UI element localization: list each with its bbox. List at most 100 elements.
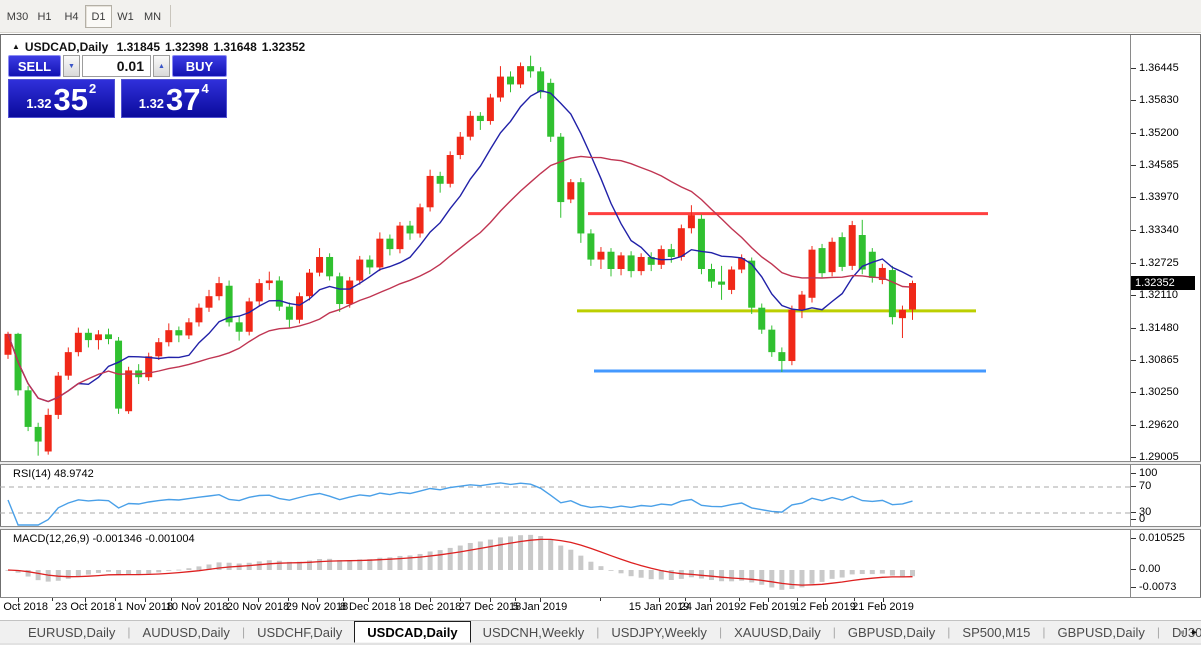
mt4-terminal: M30 H1 H4 D1 W1 MN ▲ USDCAD,Daily 1.31845 1.323… xyxy=(0,0,1201,645)
tab-scroll-controls: ◂ ▸ xyxy=(1179,621,1197,643)
macd-histogram-bar xyxy=(648,570,654,580)
timeframe-button-d1[interactable]: D1 xyxy=(85,5,112,28)
candle-body xyxy=(697,218,705,270)
date-axis-tick xyxy=(317,598,318,602)
macd-histogram-bar xyxy=(508,536,513,570)
candle-body xyxy=(728,269,736,290)
chart-rsi-splitter[interactable] xyxy=(0,461,1201,465)
buy-button[interactable]: BUY xyxy=(172,55,227,77)
timeframe-button-h1[interactable]: H1 xyxy=(31,5,58,28)
macd-histogram-bar xyxy=(337,560,343,570)
macd-histogram-bar xyxy=(477,541,483,570)
candle-body xyxy=(34,426,42,442)
axis-tick xyxy=(1131,295,1136,296)
panel-collapse-icon[interactable]: ▲ xyxy=(12,42,20,51)
macd-histogram-bar xyxy=(176,569,182,571)
axis-tick xyxy=(1131,230,1136,231)
sell-button[interactable]: SELL xyxy=(8,55,61,77)
date-axis-tick xyxy=(258,598,259,602)
price-axis-label: 1.29620 xyxy=(1139,419,1179,431)
price-axis-label: 1.33340 xyxy=(1139,224,1179,236)
buy-price-box[interactable]: 1.32 37 4 xyxy=(120,79,227,118)
macd-histogram-bar xyxy=(156,570,162,573)
date-axis-tick xyxy=(659,598,660,602)
date-axis-label: 12 Feb 2019 xyxy=(794,601,856,613)
timeframe-button-h4[interactable]: H4 xyxy=(58,5,85,28)
chart-tab-usdjpy-weekly[interactable]: USDJPY,Weekly xyxy=(599,621,719,643)
chart-tab-usdcnh-weekly[interactable]: USDCNH,Weekly xyxy=(471,621,597,643)
candle-body xyxy=(768,329,776,353)
macd-histogram-bar xyxy=(588,561,594,570)
sell-price-box[interactable]: 1.32 35 2 xyxy=(8,79,115,118)
rsi-macd-splitter[interactable] xyxy=(0,526,1201,530)
candle-body xyxy=(336,276,344,305)
macd-axis-label: -0.0073 xyxy=(1139,581,1177,593)
chart-tab-gbpusd-daily[interactable]: GBPUSD,Daily xyxy=(1045,621,1156,643)
sell-price-big: 35 xyxy=(53,81,89,117)
candle-body xyxy=(567,182,575,200)
candle-body xyxy=(94,334,102,341)
axis-tick xyxy=(1131,68,1136,69)
candle-body xyxy=(828,241,836,273)
candle-body xyxy=(215,283,223,297)
price-axis-label: 1.34585 xyxy=(1139,159,1179,171)
chart-tab-sp500-m15[interactable]: SP500,M15 xyxy=(950,621,1042,643)
axis-tick xyxy=(1131,512,1136,513)
macd-histogram-bar xyxy=(558,545,564,570)
macd-histogram-bar xyxy=(427,551,433,570)
chart-tab-usdchf-daily[interactable]: USDCHF,Daily xyxy=(245,621,354,643)
macd-histogram-bar xyxy=(518,535,524,570)
axis-tick xyxy=(1131,360,1136,361)
buy-price-pip: 4 xyxy=(201,81,209,96)
macd-histogram-bar xyxy=(608,570,614,571)
chart-title: ▲ USDCAD,Daily 1.31845 1.32398 1.31648 1.323… xyxy=(12,40,310,54)
macd-histogram-bar xyxy=(829,570,835,579)
tab-scroll-right-icon[interactable]: ▸ xyxy=(1192,627,1197,638)
macd-histogram-bar xyxy=(497,537,503,570)
one-click-trading-panel: SELL ▼ ▲ BUY 1.32 35 2 1.32 37 4 xyxy=(8,55,227,118)
candle-body xyxy=(145,356,153,378)
volume-up-button[interactable]: ▲ xyxy=(153,55,170,77)
tab-scroll-left-icon[interactable]: ◂ xyxy=(1179,627,1184,638)
macd-histogram-bar xyxy=(166,570,172,571)
rsi-indicator-panel[interactable] xyxy=(0,466,1130,526)
candle-body xyxy=(577,182,585,234)
candle-body xyxy=(245,301,253,332)
candle-body xyxy=(486,97,494,122)
chart-tab-audusd-daily[interactable]: AUDUSD,Daily xyxy=(131,621,242,643)
macd-histogram-bar xyxy=(487,539,493,570)
macd-histogram-bar xyxy=(196,566,202,570)
date-axis[interactable]: 13 Oct 2018 23 Oct 20181 Nov 201810 Nov 2… xyxy=(0,597,1201,617)
chart-tab-usdcad-daily[interactable]: USDCAD,Daily xyxy=(354,621,471,643)
candle-body xyxy=(295,296,303,320)
axis-tick xyxy=(1131,473,1136,474)
candle-body xyxy=(125,370,133,412)
timeframe-button-w1[interactable]: W1 xyxy=(112,5,139,28)
date-axis-label: 29 Nov 2018 xyxy=(285,601,349,613)
chart-tab-xauusd-daily[interactable]: XAUUSD,Daily xyxy=(722,621,833,643)
candle-body xyxy=(517,66,525,85)
macd-histogram-bar xyxy=(719,570,725,582)
candle-body xyxy=(838,237,846,267)
timeframe-button-m30[interactable]: M30 xyxy=(4,5,31,28)
candle-body xyxy=(285,306,293,320)
candle-body xyxy=(778,352,786,362)
price-axis-label: 1.30865 xyxy=(1139,354,1179,366)
macd-histogram-bar xyxy=(548,539,554,570)
candle-body xyxy=(235,322,243,332)
macd-histogram-bar xyxy=(809,570,815,584)
price-axis-label: 1.32725 xyxy=(1139,257,1179,269)
macd-histogram-bar xyxy=(347,560,353,570)
macd-axis-label: 0.00 xyxy=(1139,563,1161,575)
candle-body xyxy=(617,255,625,270)
chart-tab-gbpusd-daily[interactable]: GBPUSD,Daily xyxy=(836,621,947,643)
volume-down-button[interactable]: ▼ xyxy=(63,55,80,77)
chart-tab-eurusd-daily[interactable]: EURUSD,Daily xyxy=(16,621,127,643)
volume-input[interactable] xyxy=(82,55,151,77)
candle-body xyxy=(255,283,263,302)
timeframe-button-mn[interactable]: MN xyxy=(139,5,166,28)
macd-histogram-bar xyxy=(709,570,714,581)
ohlc-close: 1.32352 xyxy=(261,40,306,54)
macd-histogram-bar xyxy=(246,562,252,570)
macd-histogram-bar xyxy=(65,570,71,579)
